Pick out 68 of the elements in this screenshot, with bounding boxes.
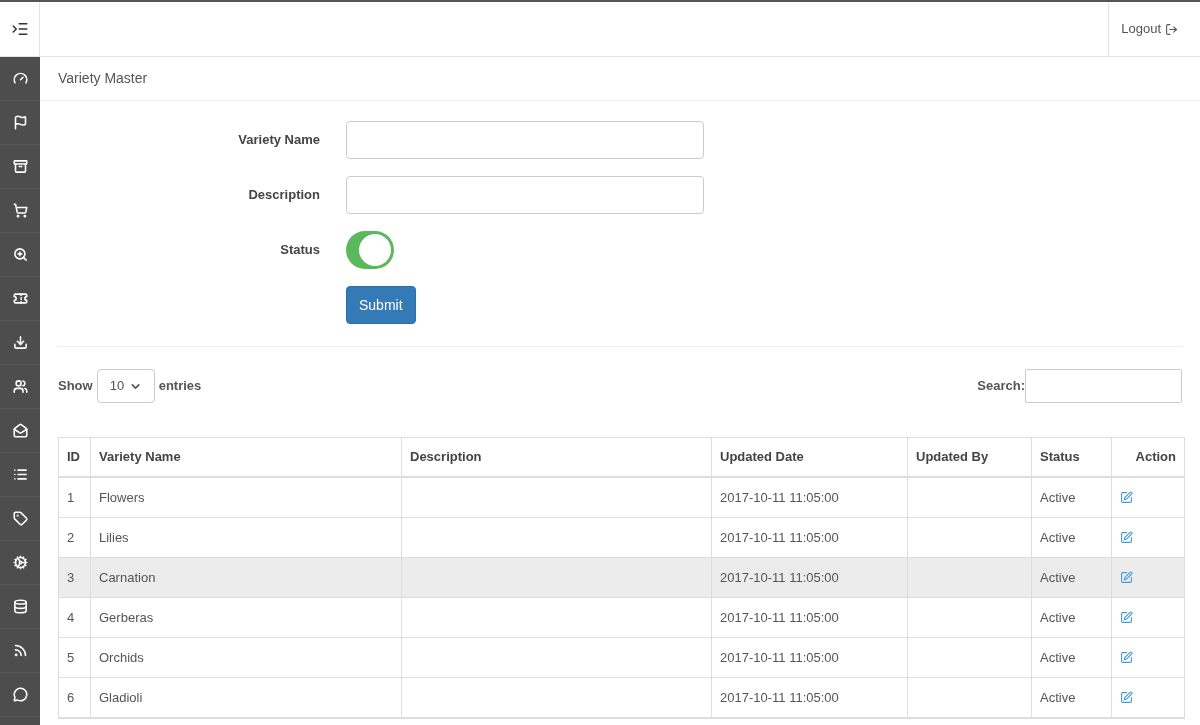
table-cell-text: Flowers [99, 488, 145, 507]
field-label: Status [279, 241, 320, 260]
table-cell-text: 2 [67, 528, 75, 547]
search-label: Search: [977, 377, 1025, 396]
users-icon[interactable] [12, 379, 28, 394]
table-cell-text: 2017-10-11 11:05:00 [720, 608, 839, 627]
table-cell-text: Active [1040, 608, 1076, 627]
logout-link[interactable]: Logout [1121, 19, 1178, 39]
table-cell-text: 1 [67, 488, 75, 507]
table-cell-text: Orchids [99, 648, 144, 667]
menu-icon[interactable] [10, 20, 29, 38]
column-header: Variety Name [99, 448, 181, 467]
settings-icon[interactable] [12, 555, 28, 570]
column-header: ID [67, 448, 80, 467]
field-label: Variety Name [237, 131, 320, 150]
submit-button[interactable]: Submit [346, 286, 416, 324]
show-label: Show [58, 377, 93, 396]
edit-icon[interactable] [1120, 611, 1133, 624]
table-cell-text: Gladioli [99, 688, 143, 707]
table-cell-text: 2017-10-11 11:05:00 [720, 648, 839, 667]
logout-icon [1165, 22, 1178, 36]
chat-bubble-icon[interactable] [12, 687, 28, 702]
column-header: Status [1040, 448, 1080, 467]
archive-box-icon[interactable] [12, 159, 28, 174]
edit-icon[interactable] [1120, 651, 1133, 664]
status-toggle[interactable] [346, 231, 394, 269]
table-cell-text: 5 [67, 648, 75, 667]
text-field[interactable] [346, 176, 704, 214]
column-header: Updated Date [720, 448, 804, 467]
cart-icon[interactable] [12, 203, 28, 218]
table-cell-text: Active [1040, 528, 1076, 547]
column-header: Description [410, 448, 482, 467]
table-cell-text: Active [1040, 568, 1076, 587]
search-field[interactable] [1025, 369, 1182, 403]
zoom-in-icon[interactable] [12, 247, 28, 262]
table-cell-text: 2017-10-11 11:05:00 [720, 688, 839, 707]
edit-icon[interactable] [1120, 531, 1133, 544]
table-cell-text: 6 [67, 688, 75, 707]
table-cell-text: 2017-10-11 11:05:00 [720, 568, 839, 587]
entries-label: entries [158, 377, 202, 396]
table-cell-text: Active [1040, 488, 1076, 507]
table-cell-text: 3 [67, 568, 75, 587]
table-cell-text: 2017-10-11 11:05:00 [720, 488, 839, 507]
gauge-icon[interactable] [12, 71, 28, 86]
list-icon[interactable] [12, 467, 28, 482]
page-title: Variety Master [58, 69, 148, 88]
rss-icon[interactable] [12, 643, 28, 658]
table-cell-text: Active [1040, 688, 1076, 707]
table-cell-text: 2017-10-11 11:05:00 [720, 528, 839, 547]
column-header: Action [1135, 448, 1176, 467]
download-icon[interactable] [12, 335, 28, 350]
text-field[interactable] [346, 121, 704, 159]
field-label: Description [247, 186, 320, 205]
column-header: Updated By [916, 448, 989, 467]
ticket-icon[interactable] [12, 291, 28, 306]
table-cell-text: 4 [67, 608, 75, 627]
edit-icon[interactable] [1120, 691, 1133, 704]
flag-icon[interactable] [12, 115, 28, 130]
edit-icon[interactable] [1120, 491, 1133, 504]
table-cell-text: Carnation [99, 568, 156, 587]
table-cell-text: Active [1040, 648, 1076, 667]
table-cell-text: Gerberas [99, 608, 154, 627]
edit-icon[interactable] [1120, 571, 1133, 584]
tag-icon[interactable] [12, 511, 28, 526]
envelope-icon[interactable] [12, 423, 28, 438]
page-size-select[interactable]: 10 [96, 369, 155, 403]
table-cell-text: Lilies [99, 528, 129, 547]
database-icon[interactable] [12, 599, 28, 614]
